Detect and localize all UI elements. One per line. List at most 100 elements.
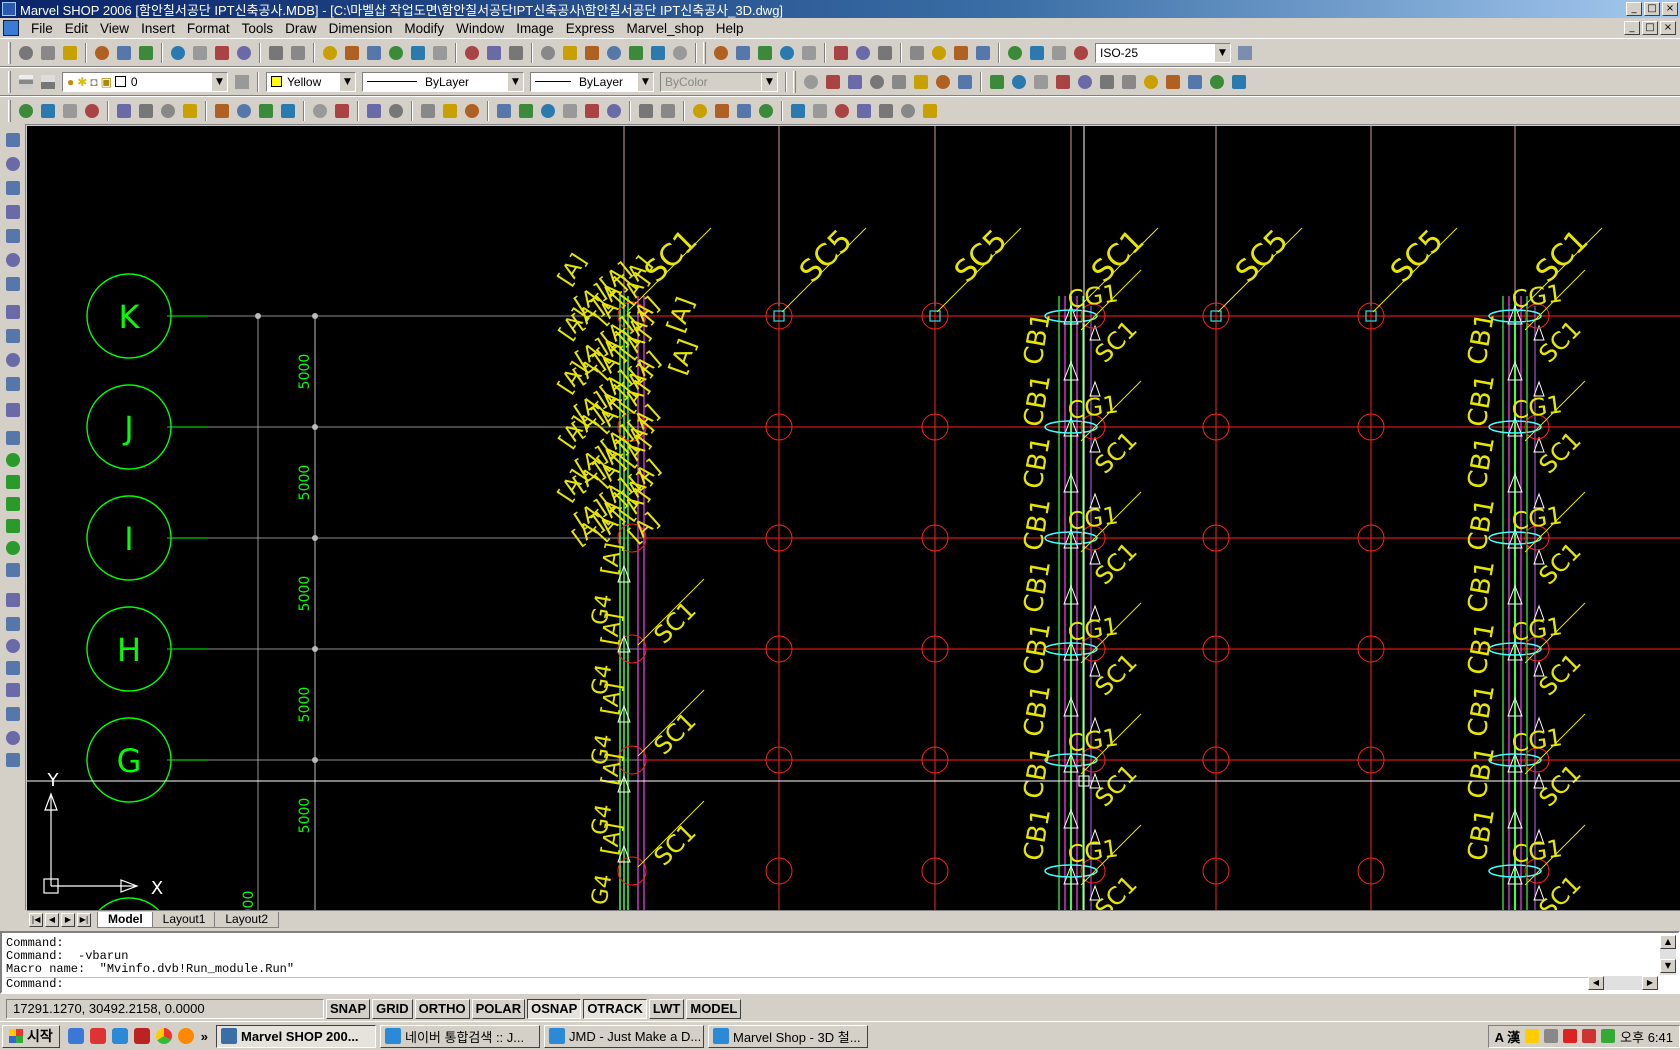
side-tool-18-icon[interactable] <box>3 538 23 558</box>
tool-17-icon[interactable] <box>417 100 439 122</box>
drawing-area[interactable]: SC1 SC5 SC5 SC1 SC5 SC5 SC1 CG1 SC1 CG1 SC1 CG1 SC1 C… <box>27 126 1680 910</box>
tool-34-icon[interactable] <box>831 100 853 122</box>
doc-restore-button[interactable]: □ <box>1642 21 1658 35</box>
side-tool-9-icon[interactable] <box>3 326 23 346</box>
zoom-extents-icon[interactable] <box>603 42 625 64</box>
tool-17-icon[interactable] <box>1162 71 1184 93</box>
tool-10-icon[interactable] <box>233 100 255 122</box>
scroll-down-icon[interactable]: ▼ <box>1660 959 1676 973</box>
tool-20-icon[interactable] <box>1228 71 1250 93</box>
app-icon[interactable] <box>2 2 16 16</box>
side-tool-25-icon[interactable] <box>3 704 23 724</box>
chevron-down-icon[interactable]: ▼ <box>507 72 523 91</box>
print-icon[interactable] <box>91 42 113 64</box>
tray-app-icon[interactable] <box>1544 1029 1559 1043</box>
tab-layout1[interactable]: Layout1 <box>151 911 217 928</box>
tool-9-icon[interactable] <box>986 71 1008 93</box>
task-marvel-3d[interactable]: Marvel Shop - 3D 철... <box>708 1024 868 1048</box>
tool-12-icon[interactable] <box>972 42 994 64</box>
properties-icon[interactable] <box>625 42 647 64</box>
tool-5-icon[interactable] <box>798 42 820 64</box>
tool-2-icon[interactable] <box>732 42 754 64</box>
tool-11-icon[interactable] <box>255 100 277 122</box>
tool-28-icon[interactable] <box>689 100 711 122</box>
status-toggle-osnap[interactable]: OSNAP <box>527 999 582 1019</box>
tool-5-icon[interactable] <box>113 100 135 122</box>
chevron-right-icon[interactable]: » <box>201 1029 208 1044</box>
acrobat-icon[interactable] <box>133 1028 150 1044</box>
tool-15-icon[interactable] <box>363 100 385 122</box>
side-tool-19-icon[interactable] <box>3 560 23 580</box>
open-file-icon[interactable] <box>37 42 59 64</box>
side-tool-20-icon[interactable] <box>3 590 23 610</box>
doc-minimize-button[interactable]: _ <box>1624 21 1640 35</box>
layer-manager-icon[interactable] <box>15 71 37 93</box>
side-tool-16-icon[interactable] <box>3 494 23 514</box>
tool-35-icon[interactable] <box>853 100 875 122</box>
layer-previous-icon[interactable] <box>37 71 59 93</box>
tool-13-icon[interactable] <box>1074 71 1096 93</box>
status-toggle-grid[interactable]: GRID <box>372 999 413 1019</box>
save-icon[interactable] <box>59 42 81 64</box>
tool-33-icon[interactable] <box>809 100 831 122</box>
side-tool-11-icon[interactable] <box>3 374 23 394</box>
new-file-icon[interactable] <box>15 42 37 64</box>
print-preview-icon[interactable] <box>113 42 135 64</box>
design-center-icon[interactable] <box>647 42 669 64</box>
tool-38-icon[interactable] <box>919 100 941 122</box>
tool-27-icon[interactable] <box>657 100 679 122</box>
tool-26-icon[interactable] <box>635 100 657 122</box>
task-jmd[interactable]: JMD - Just Make a D... <box>544 1024 704 1048</box>
minimize-button[interactable]: _ <box>1626 2 1642 16</box>
status-toggle-lwt[interactable]: LWT <box>648 999 685 1019</box>
clock[interactable]: 오후 6:41 <box>1620 1027 1673 1046</box>
tool-5-icon[interactable] <box>888 71 910 93</box>
tool-1-icon[interactable] <box>800 71 822 93</box>
menu-insert[interactable]: Insert <box>135 21 181 36</box>
tool-13-icon[interactable] <box>1004 42 1026 64</box>
chevron-down-icon[interactable]: ▼ <box>1214 43 1230 62</box>
layer-combo[interactable]: ● ✱ ◘ ▣ 0 ▼ <box>62 71 228 92</box>
command-scrollbar[interactable]: ▲ ▼ <box>1660 935 1676 975</box>
menu-draw[interactable]: Draw <box>279 21 323 36</box>
menu-marvel-shop[interactable]: Marvel_shop <box>621 21 710 36</box>
tool-4-icon[interactable] <box>776 42 798 64</box>
tool-20-icon[interactable] <box>493 100 515 122</box>
menu-view[interactable]: View <box>94 21 135 36</box>
tool-15-icon[interactable] <box>1048 42 1070 64</box>
tool-24-icon[interactable] <box>581 100 603 122</box>
close-button[interactable]: × <box>1662 2 1678 16</box>
menu-edit[interactable]: Edit <box>59 21 94 36</box>
chevron-down-icon[interactable]: ▼ <box>637 72 653 91</box>
menu-dimension[interactable]: Dimension <box>323 21 399 36</box>
tab-model[interactable]: Model <box>97 911 154 928</box>
render-icon[interactable] <box>363 42 385 64</box>
chevron-down-icon[interactable]: ▼ <box>211 72 227 91</box>
side-tool-4-icon[interactable] <box>3 202 23 222</box>
side-tool-15-icon[interactable] <box>3 472 23 492</box>
make-object-layer-current-icon[interactable] <box>231 71 253 93</box>
undo-icon[interactable] <box>265 42 287 64</box>
tool-6-icon[interactable] <box>910 71 932 93</box>
tool-1-icon[interactable] <box>710 42 732 64</box>
light-icon[interactable] <box>385 42 407 64</box>
last-tab-icon[interactable]: ▶| <box>77 912 91 927</box>
coordinate-readout[interactable]: 17291.1270, 30492.2158, 0.0000 <box>6 999 324 1019</box>
tool-4-icon[interactable] <box>81 100 103 122</box>
tool-9-icon[interactable] <box>906 42 928 64</box>
tool-13-icon[interactable] <box>309 100 331 122</box>
side-tool-6-icon[interactable] <box>3 250 23 270</box>
tool-1-icon[interactable] <box>15 100 37 122</box>
tool-10-icon[interactable] <box>1008 71 1030 93</box>
tool-7-icon[interactable] <box>157 100 179 122</box>
tray-app-icon[interactable] <box>1582 1029 1597 1043</box>
copy-icon[interactable] <box>189 42 211 64</box>
menu-modify[interactable]: Modify <box>398 21 450 36</box>
tool-3-icon[interactable] <box>754 42 776 64</box>
menu-help[interactable]: Help <box>710 21 750 36</box>
side-tool-26-icon[interactable] <box>3 728 23 748</box>
zoom-window-icon[interactable] <box>505 42 527 64</box>
menu-file[interactable]: File <box>25 21 59 36</box>
hyperlink-icon[interactable] <box>319 42 341 64</box>
ime-indicator[interactable]: A 漢 <box>1495 1027 1521 1046</box>
